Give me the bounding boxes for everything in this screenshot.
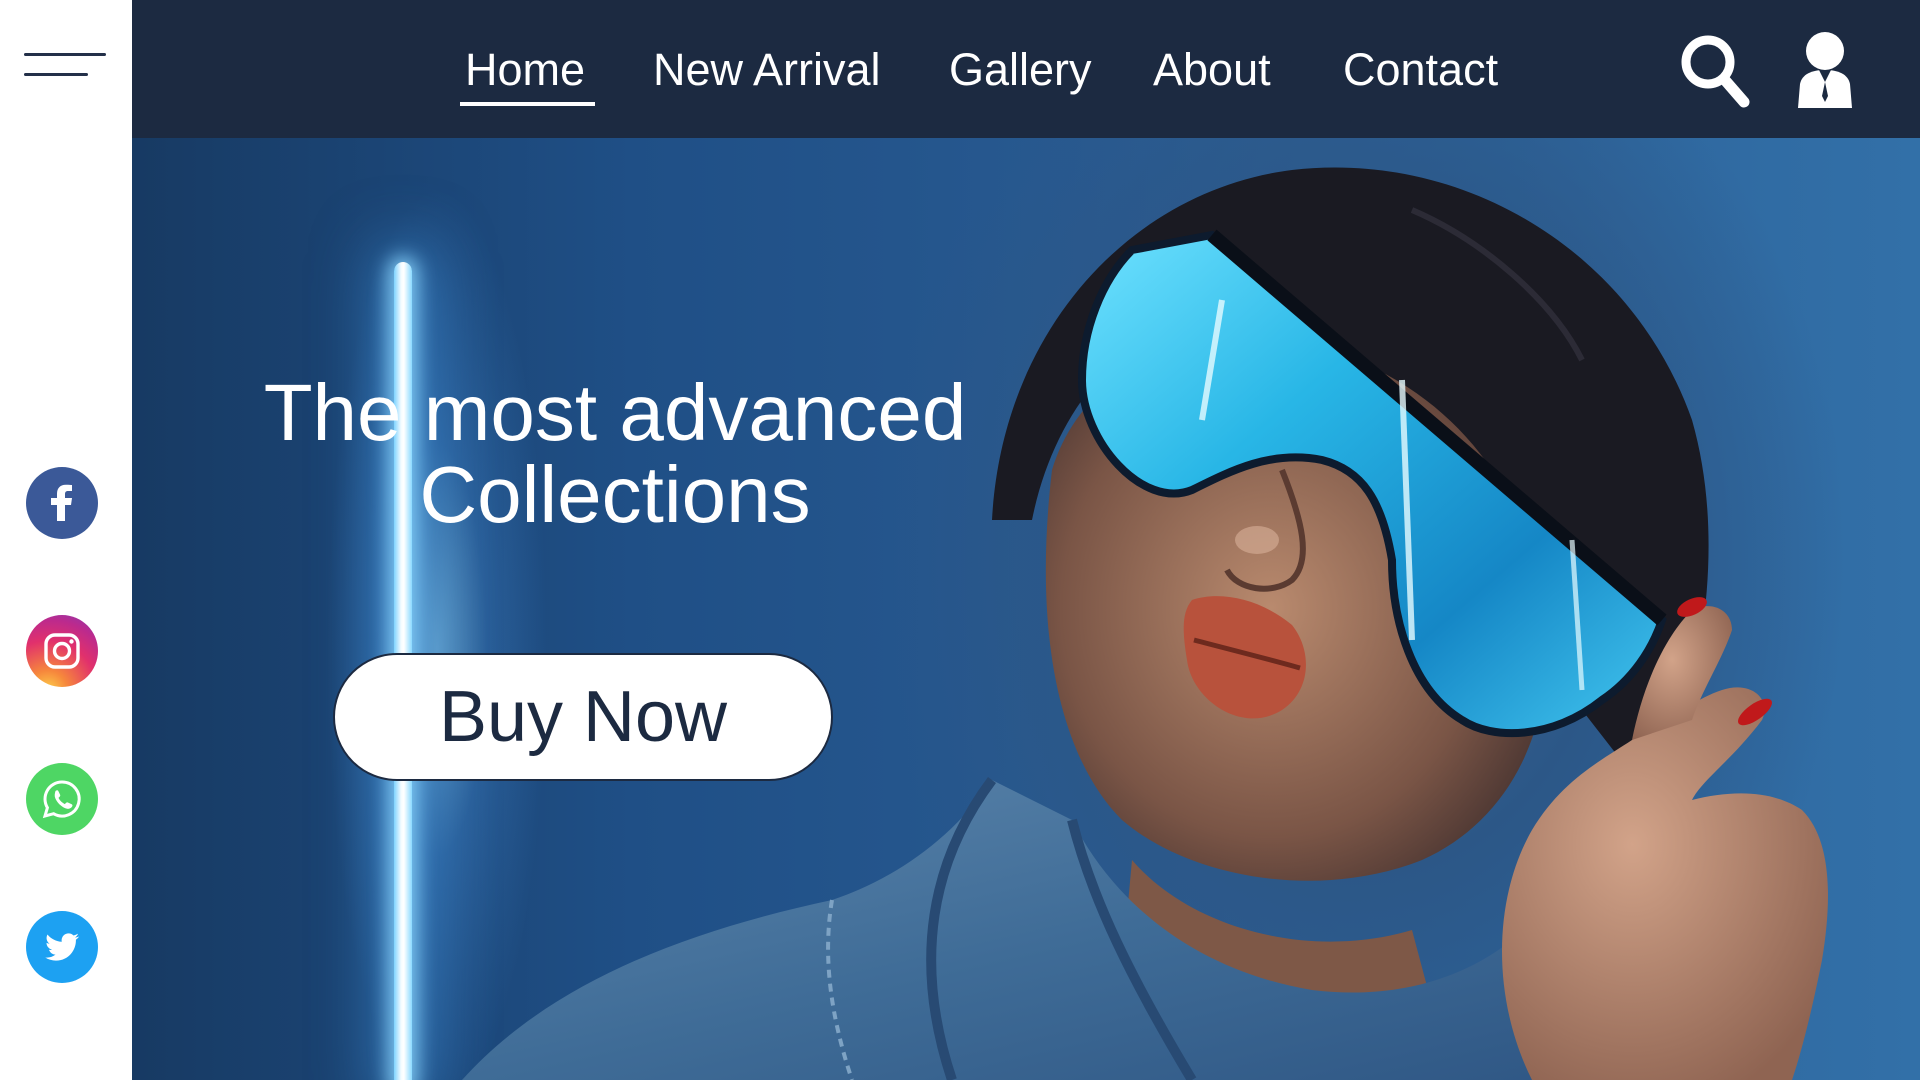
headline-line-1: The most advanced bbox=[263, 368, 967, 457]
sidebar bbox=[0, 0, 132, 1080]
facebook-icon[interactable] bbox=[26, 467, 98, 539]
twitter-icon[interactable] bbox=[26, 911, 98, 983]
user-icon[interactable] bbox=[1794, 30, 1856, 108]
menu-line bbox=[24, 53, 106, 56]
nav-link-gallery[interactable]: Gallery bbox=[949, 44, 1092, 104]
model-portrait-image bbox=[462, 167, 1828, 1080]
hero-headline: The most advanced Collections bbox=[250, 372, 980, 536]
search-icon[interactable] bbox=[1676, 30, 1756, 110]
nav-link-home[interactable]: Home bbox=[459, 44, 596, 106]
menu-line bbox=[24, 73, 88, 76]
instagram-icon[interactable] bbox=[26, 615, 98, 687]
nav-link-about[interactable]: About bbox=[1153, 44, 1271, 104]
nav-link-new-arrival[interactable]: New Arrival bbox=[653, 44, 881, 104]
headline-line-2: Collections bbox=[419, 450, 811, 539]
buy-now-button[interactable]: Buy Now bbox=[333, 653, 833, 781]
whatsapp-icon[interactable] bbox=[26, 763, 98, 835]
hero-banner bbox=[132, 0, 1920, 1080]
nav-link-contact[interactable]: Contact bbox=[1343, 44, 1498, 104]
menu-icon[interactable] bbox=[20, 48, 110, 82]
